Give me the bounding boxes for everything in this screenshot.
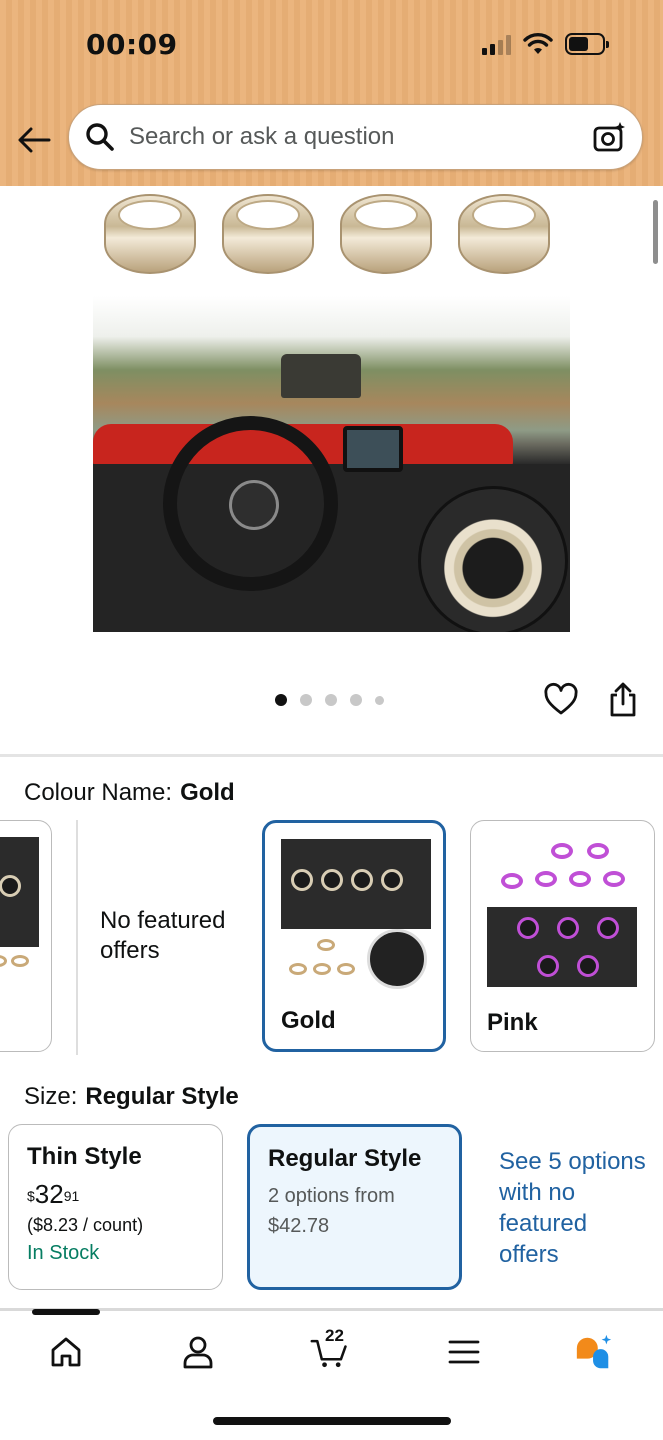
swatch-name-gold: Gold (281, 1007, 336, 1034)
swatch-name-pink: Pink (487, 1009, 538, 1036)
nav-account[interactable] (178, 1332, 218, 1372)
knob-ring-image (336, 186, 436, 281)
wishlist-button[interactable] (543, 682, 579, 718)
wifi-icon (523, 33, 553, 54)
product-main-image[interactable] (93, 296, 570, 632)
colour-name-label: Colour Name: Gold (24, 779, 235, 806)
share-icon (610, 682, 636, 717)
size-label: Size: Regular Style (24, 1083, 239, 1110)
pagination-dot[interactable] (375, 695, 384, 705)
size-option-thin-style[interactable]: Thin Style $3291 ($8.23 / count) In Stoc… (8, 1124, 223, 1290)
search-input[interactable] (129, 123, 592, 151)
knob-ring-image (100, 186, 200, 281)
cart-count-badge: 22 (325, 1326, 344, 1345)
knob-ring-image (454, 186, 554, 281)
rufus-assistant-icon (576, 1334, 612, 1369)
nav-home[interactable] (46, 1332, 86, 1372)
arrow-left-icon (18, 127, 51, 153)
size-option-title: Thin Style (27, 1143, 142, 1170)
active-tab-indicator (32, 1309, 100, 1315)
cellular-signal-icon (482, 33, 511, 55)
home-icon (51, 1337, 81, 1367)
no-featured-offers-text: No featured offers (100, 907, 226, 964)
colour-swatch-pink[interactable]: Pink (470, 820, 655, 1052)
image-pagination[interactable] (275, 694, 384, 706)
knob-closeup-image (418, 486, 568, 632)
availability-status: In Stock (27, 1242, 100, 1264)
search-bar[interactable] (68, 104, 643, 170)
share-button[interactable] (606, 682, 640, 718)
price-per-count: ($8.23 / count) (27, 1215, 144, 1235)
colour-swatch-previous[interactable] (0, 820, 52, 1052)
search-icon (86, 123, 114, 151)
app-header: 00:09 (0, 0, 663, 186)
options-from-text: 2 options from $42.78 (268, 1185, 395, 1237)
status-icons (482, 32, 609, 56)
back-button[interactable] (16, 122, 52, 158)
status-time: 00:09 (86, 28, 178, 61)
knob-ring-image (218, 186, 318, 281)
pagination-dot[interactable] (350, 694, 362, 706)
nav-rufus-assistant[interactable] (574, 1332, 614, 1372)
jeep-vehicle-image (281, 354, 361, 398)
camera-search-icon[interactable] (592, 120, 626, 154)
pagination-dot[interactable] (275, 694, 287, 706)
colour-selected-value: Gold (180, 779, 235, 806)
nav-menu[interactable] (444, 1332, 484, 1372)
colour-swatch-gold[interactable]: Gold (262, 820, 446, 1052)
swatch-separator (76, 820, 78, 1055)
home-indicator[interactable] (213, 1417, 451, 1425)
price: $3291 (27, 1179, 80, 1209)
heart-icon (544, 682, 578, 715)
section-divider (0, 754, 663, 757)
battery-icon (565, 33, 609, 55)
size-selected-value: Regular Style (85, 1083, 239, 1110)
scrollbar[interactable] (653, 200, 658, 264)
size-option-regular-style[interactable]: Regular Style 2 options from $42.78 (247, 1124, 462, 1290)
menu-icon (448, 1340, 480, 1364)
see-more-options-link[interactable]: See 5 options with no featured offers (499, 1146, 649, 1270)
product-image-knobs[interactable] (100, 186, 560, 286)
pagination-dot[interactable] (325, 694, 337, 706)
pagination-dot[interactable] (300, 694, 312, 706)
gold-swatch-image (281, 839, 431, 989)
size-option-title: Regular Style (268, 1145, 422, 1172)
pink-swatch-image (487, 837, 637, 987)
user-icon (183, 1336, 213, 1369)
